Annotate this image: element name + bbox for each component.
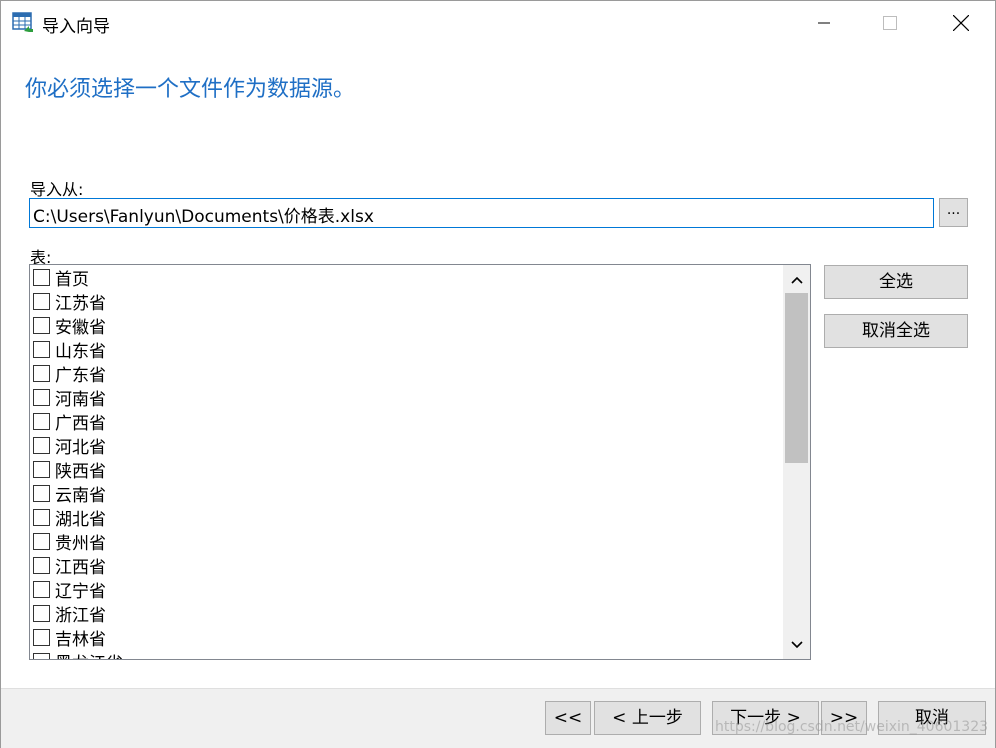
list-item[interactable]: 河北省 xyxy=(30,433,782,458)
title-bar[interactable]: 导入向导 xyxy=(1,1,995,45)
list-item[interactable]: 广西省 xyxy=(30,409,782,434)
window-title: 导入向导 xyxy=(42,17,110,37)
list-item[interactable]: 广东省 xyxy=(30,361,782,386)
list-item-label: 安徽省 xyxy=(55,317,106,338)
browse-button[interactable]: ... xyxy=(939,198,968,227)
list-item-label: 广东省 xyxy=(55,365,106,386)
checkbox[interactable] xyxy=(33,340,50,358)
checkbox[interactable] xyxy=(33,604,50,622)
checkbox[interactable] xyxy=(33,292,50,310)
list-item[interactable]: 浙江省 xyxy=(30,601,782,626)
table-import-icon xyxy=(12,11,34,33)
table-list-items: 首页江苏省安徽省山东省广东省河南省广西省河北省陕西省云南省湖北省贵州省江西省辽宁… xyxy=(30,265,782,659)
scroll-down-icon[interactable] xyxy=(783,633,810,657)
scrollbar-thumb[interactable] xyxy=(785,293,808,463)
import-wizard-window: 导入向导 你必须选择一个文件作为数据源。 导入从: C:\Users\Fanly… xyxy=(0,0,996,748)
checkbox[interactable] xyxy=(33,628,50,646)
list-item[interactable]: 辽宁省 xyxy=(30,577,782,602)
list-item-label: 河南省 xyxy=(55,389,106,410)
import-from-label: 导入从: xyxy=(30,180,84,199)
list-item-label: 浙江省 xyxy=(55,605,106,626)
checkbox[interactable] xyxy=(33,388,50,406)
list-item[interactable]: 陕西省 xyxy=(30,457,782,482)
list-item[interactable]: 湖北省 xyxy=(30,505,782,530)
list-item-label: 广西省 xyxy=(55,413,106,434)
list-item-label: 河北省 xyxy=(55,437,106,458)
watermark: https://blog.csdn.net/weixin_40601323 xyxy=(715,719,989,735)
list-item-label: 云南省 xyxy=(55,485,106,506)
table-list[interactable]: 首页江苏省安徽省山东省广东省河南省广西省河北省陕西省云南省湖北省贵州省江西省辽宁… xyxy=(29,264,811,660)
checkbox[interactable] xyxy=(33,436,50,454)
first-step-button[interactable]: << xyxy=(545,701,591,735)
list-item-label: 江西省 xyxy=(55,557,106,578)
list-item-label: 首页 xyxy=(55,269,89,290)
select-all-button[interactable]: 全选 xyxy=(824,265,968,299)
list-item[interactable]: 江西省 xyxy=(30,553,782,578)
previous-step-button[interactable]: < 上一步 xyxy=(594,701,701,735)
checkbox[interactable] xyxy=(33,460,50,478)
list-item-label: 湖北省 xyxy=(55,509,106,530)
list-item-label: 陕西省 xyxy=(55,461,106,482)
page-heading: 你必须选择一个文件作为数据源。 xyxy=(25,77,356,102)
list-item[interactable]: 首页 xyxy=(30,265,782,290)
checkbox[interactable] xyxy=(33,580,50,598)
list-item-label: 贵州省 xyxy=(55,533,106,554)
checkbox[interactable] xyxy=(33,556,50,574)
list-item[interactable]: 云南省 xyxy=(30,481,782,506)
list-item[interactable]: 贵州省 xyxy=(30,529,782,554)
list-item[interactable]: 江苏省 xyxy=(30,289,782,314)
checkbox[interactable] xyxy=(33,268,50,286)
deselect-all-button[interactable]: 取消全选 xyxy=(824,314,968,348)
minimize-icon[interactable] xyxy=(801,1,847,45)
file-path-input[interactable]: C:\Users\Fanlyun\Documents\价格表.xlsx xyxy=(29,198,934,228)
checkbox[interactable] xyxy=(33,412,50,430)
scroll-up-icon[interactable] xyxy=(783,268,810,292)
checkbox[interactable] xyxy=(33,508,50,526)
list-item[interactable]: 河南省 xyxy=(30,385,782,410)
list-item[interactable]: 安徽省 xyxy=(30,313,782,338)
list-item-label: 辽宁省 xyxy=(55,581,106,602)
list-item-label: 江苏省 xyxy=(55,293,106,314)
checkbox[interactable] xyxy=(33,484,50,502)
list-item-label: 山东省 xyxy=(55,341,106,362)
checkbox[interactable] xyxy=(33,652,50,659)
maximize-icon[interactable] xyxy=(867,1,913,45)
list-item-label: 吉林省 xyxy=(55,629,106,650)
close-icon[interactable] xyxy=(938,1,984,45)
list-scrollbar[interactable] xyxy=(783,265,810,659)
list-item[interactable]: 山东省 xyxy=(30,337,782,362)
checkbox[interactable] xyxy=(33,532,50,550)
checkbox[interactable] xyxy=(33,364,50,382)
list-item-label: 黑龙江省 xyxy=(55,649,123,660)
list-item[interactable]: 吉林省 xyxy=(30,625,782,650)
list-item[interactable]: 黑龙江省 xyxy=(30,649,782,659)
checkbox[interactable] xyxy=(33,316,50,334)
